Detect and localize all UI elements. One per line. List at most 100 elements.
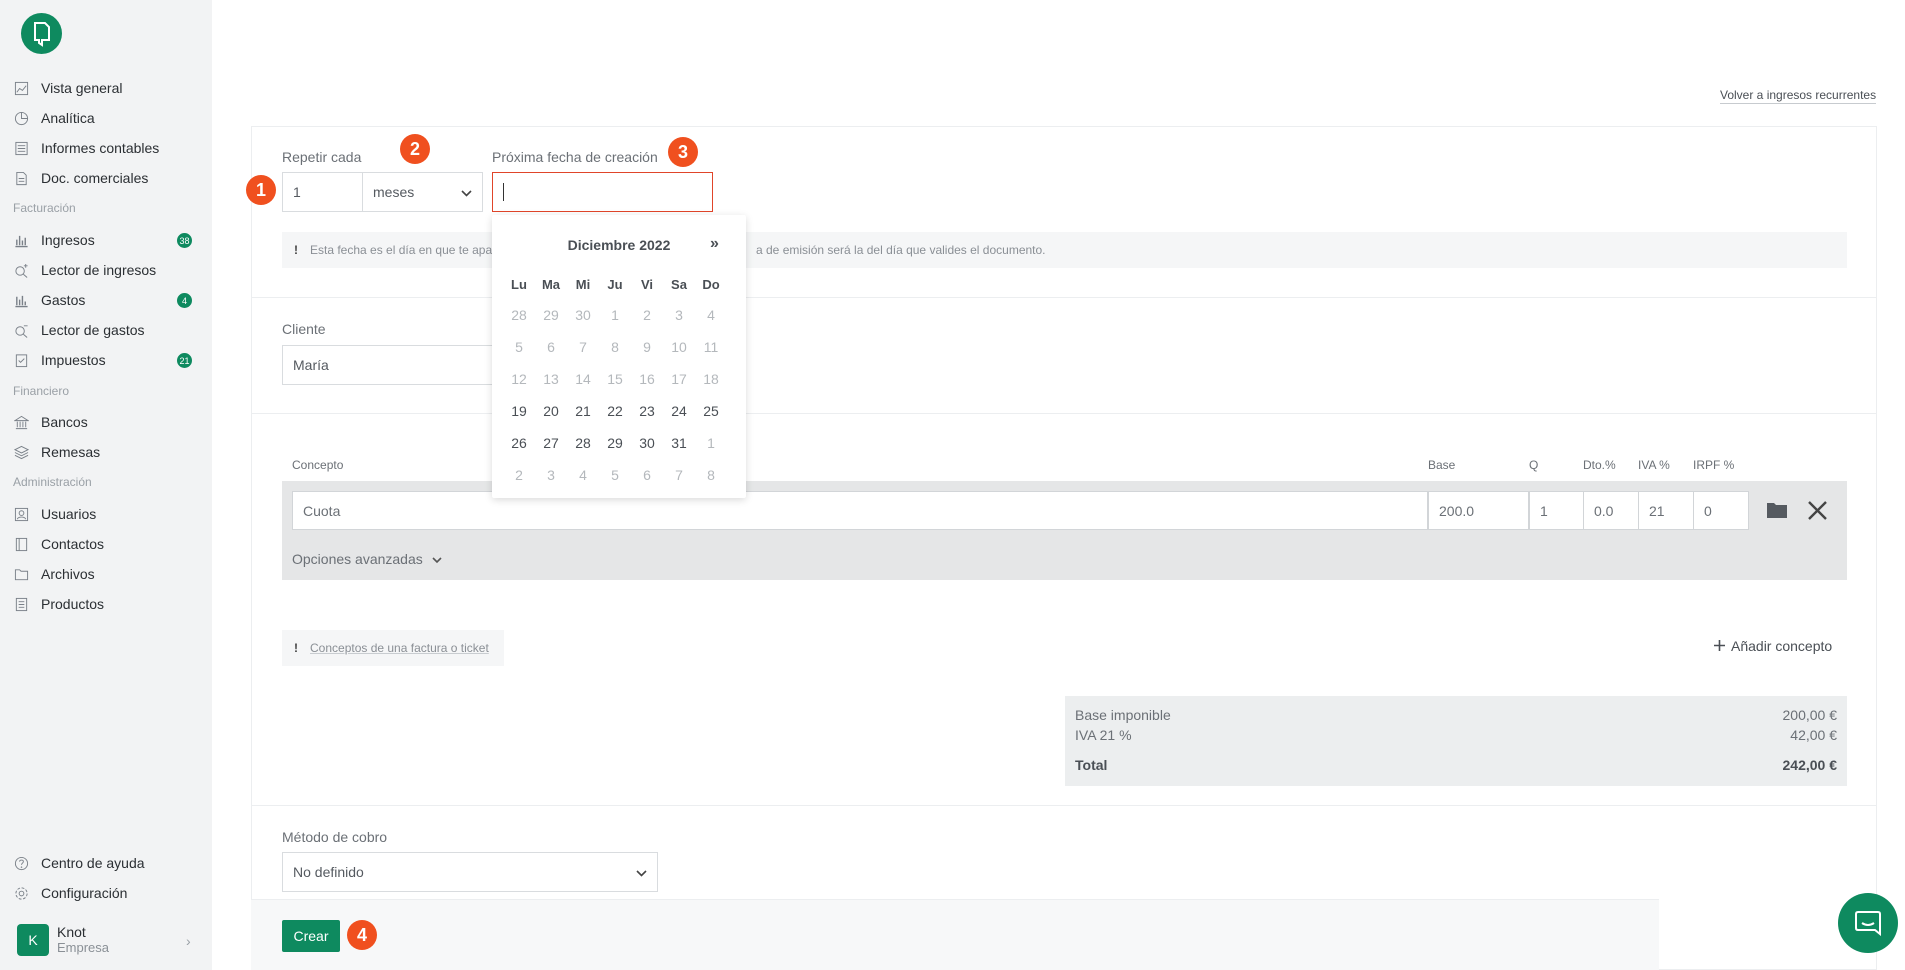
concept-input[interactable]: Cuota [292,491,1428,530]
calendar-day: 14 [575,371,591,387]
sidebar-item-centro-ayuda[interactable]: Centro de ayuda [14,852,145,874]
calendar-day: 17 [671,371,687,387]
sidebar-item-label: Archivos [41,566,95,582]
col-header-irpf: IRPF % [1693,458,1735,472]
chevron-right-icon[interactable]: › [186,933,191,949]
calendar-day: 13 [543,371,559,387]
calendar-day: 7 [675,467,683,483]
calendar-day[interactable]: 20 [535,395,567,427]
action-bar [251,899,1659,970]
totals-row-base: Base imponible 200,00 € [1075,707,1837,723]
sidebar-item-label: Analítica [41,110,95,126]
calendar-day[interactable]: 29 [599,427,631,459]
chat-support-button[interactable] [1838,893,1898,953]
layers-icon [14,445,29,460]
datepicker-popup: Diciembre 2022 » Lu Ma Mi Ju Vi Sa Do 28 29 30 1 2 3… [492,215,746,498]
quantity-input[interactable]: 1 [1529,491,1584,530]
sidebar-item-lector-ingresos[interactable]: Lector de ingresos [14,259,156,281]
sidebar-item-label: Contactos [41,536,105,552]
calendar-day: 12 [511,371,527,387]
sidebar-item-informes[interactable]: Informes contables [14,137,159,159]
sidebar-item-lector-gastos[interactable]: Lector de gastos [14,319,145,341]
calendar-day[interactable]: 31 [663,427,695,459]
metodo-cobro-select[interactable]: No definido [282,852,658,892]
calendar-day: 4 [579,467,587,483]
sidebar-item-configuracion[interactable]: Configuración [14,882,127,904]
sidebar-item-vista-general[interactable]: Vista general [14,77,122,99]
calendar-day: 10 [671,339,687,355]
advanced-options-toggle[interactable]: Opciones avanzadas [292,551,442,567]
weekday-header: Mi [575,276,591,292]
base-imponible-label: Base imponible [1075,707,1171,723]
calendar-day[interactable]: 24 [663,395,695,427]
clipboard-check-icon [14,353,29,368]
sidebar-item-gastos[interactable]: Gastos [14,289,85,311]
iva-label: IVA 21 % [1075,727,1132,743]
col-header-concepto: Concepto [292,458,344,472]
pie-chart-icon [14,111,29,126]
calendar-day[interactable]: 23 [631,395,663,427]
plus-icon [1714,638,1725,654]
user-square-icon [14,507,29,522]
weekday-header: Vi [640,276,654,292]
crear-button[interactable]: Crear [282,920,340,952]
sidebar-item-analitica[interactable]: Analítica [14,107,95,129]
user-account[interactable]: K Knot Empresa [17,924,109,956]
calendar-day[interactable]: 22 [599,395,631,427]
irpf-input[interactable]: 0 [1693,491,1749,530]
document-icon [14,171,29,186]
repeat-every-input[interactable]: 1 [282,172,363,212]
calendar-day[interactable]: 25 [695,395,727,427]
sidebar-item-remesas[interactable]: Remesas [14,441,100,463]
sidebar-item-archivos[interactable]: Archivos [14,563,95,585]
metodo-cobro-label: Método de cobro [282,829,388,845]
add-concept-label: Añadir concepto [1731,638,1833,654]
step-marker-1: 1 [246,175,276,205]
calendar-day: 1 [707,435,715,451]
chat-icon [1855,911,1881,936]
next-date-input[interactable] [492,172,713,212]
sidebar-item-ingresos[interactable]: Ingresos [14,229,95,251]
calendar-day: 5 [515,339,523,355]
back-to-recurring-link[interactable]: Volver a ingresos recurrentes [1720,88,1877,104]
repeat-unit-select[interactable]: meses [362,172,483,212]
app-logo[interactable] [21,13,62,54]
calendar-day: 30 [575,307,591,323]
totals-panel: Base imponible 200,00 € IVA 21 % 42,00 €… [1065,696,1847,786]
step-marker-3: 3 [668,137,698,167]
sidebar-item-doc-comerciales[interactable]: Doc. comerciales [14,167,148,189]
sidebar-item-bancos[interactable]: Bancos [14,411,88,433]
sidebar-item-usuarios[interactable]: Usuarios [14,503,96,525]
sidebar-item-contactos[interactable]: Contactos [14,533,104,555]
base-input[interactable]: 200.0 [1428,491,1529,530]
datepicker-next-button[interactable]: » [710,235,719,253]
totals-row-total: Total 242,00 € [1075,757,1837,773]
calendar-day[interactable]: 27 [535,427,567,459]
calendar-day[interactable]: 30 [631,427,663,459]
total-label: Total [1075,757,1108,773]
calendar-day[interactable]: 21 [567,395,599,427]
iva-input[interactable]: 21 [1638,491,1694,530]
add-concept-button[interactable]: Añadir concepto [1714,638,1832,654]
cliente-label: Cliente [282,321,326,337]
discount-input[interactable]: 0.0 [1583,491,1639,530]
concepts-note-link[interactable]: Conceptos de una factura o ticket [310,641,489,655]
bar-chart-icon [14,293,29,308]
calendar-day[interactable]: 28 [567,427,599,459]
sidebar-item-label: Ingresos [41,232,95,248]
calendar-day: 7 [579,339,587,355]
sidebar-item-label: Configuración [41,885,128,901]
weekday-header: Ma [541,276,561,292]
chart-area-icon [14,81,29,96]
calendar-day[interactable]: 26 [503,427,535,459]
sidebar-item-productos[interactable]: Productos [14,593,104,615]
col-header-iva: IVA % [1638,458,1670,472]
calendar-day[interactable]: 19 [503,395,535,427]
sidebar-item-label: Informes contables [41,140,160,156]
user-role: Empresa [57,940,110,955]
folder-icon[interactable] [1767,501,1787,521]
col-header-base: Base [1428,458,1456,472]
sidebar-item-impuestos[interactable]: Impuestos [14,349,106,371]
close-icon[interactable] [1808,501,1827,523]
sidebar-item-label: Vista general [41,80,123,96]
